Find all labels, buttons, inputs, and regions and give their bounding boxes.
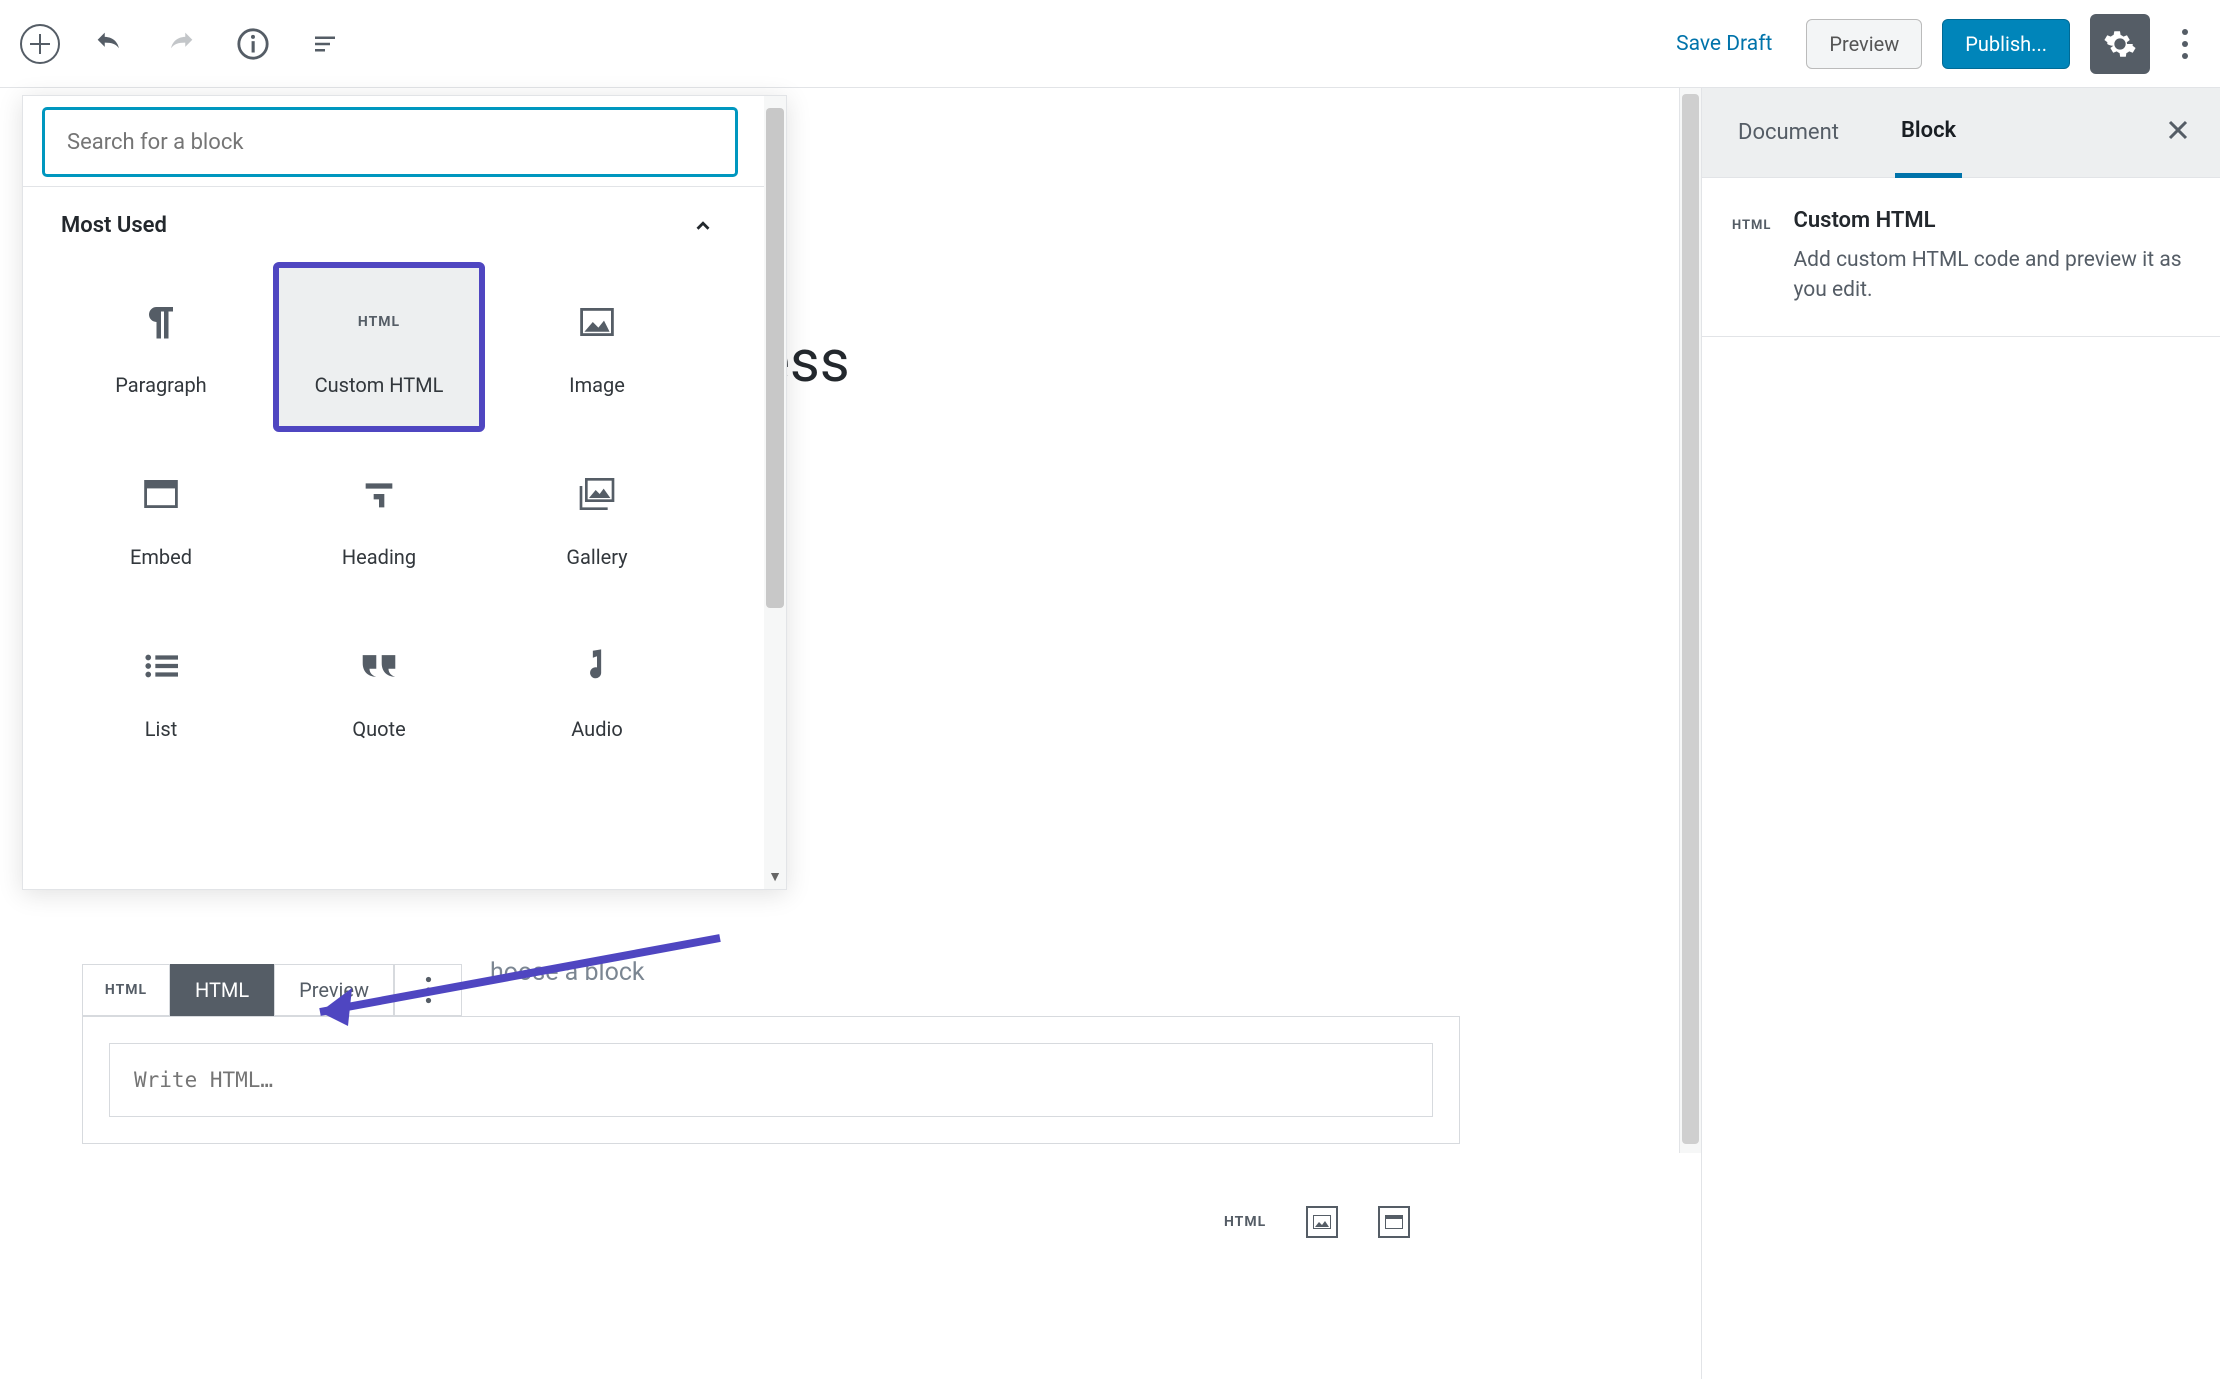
block-body <box>82 1016 1460 1144</box>
section-header-most-used[interactable]: Most Used <box>55 205 754 262</box>
block-item-image[interactable]: Image <box>491 262 703 432</box>
image-icon <box>580 297 614 347</box>
canvas-scrollbar[interactable] <box>1679 88 1701 1153</box>
scroll-down-icon[interactable]: ▼ <box>764 868 786 885</box>
quote-icon <box>360 641 398 691</box>
undo-button[interactable] <box>86 21 132 67</box>
kebab-icon <box>2181 27 2189 61</box>
close-icon <box>2166 118 2190 142</box>
settings-button[interactable] <box>2090 14 2150 74</box>
add-block-button[interactable] <box>20 24 60 64</box>
list-icon <box>144 641 178 691</box>
close-sidebar-button[interactable] <box>2166 118 2190 142</box>
list-icon <box>310 29 340 59</box>
block-appender-icons: HTML <box>1224 1206 1410 1238</box>
redo-icon <box>164 27 198 61</box>
settings-sidebar: Document Block HTML Custom HTML Add cust… <box>1701 88 2220 1379</box>
block-more-button[interactable] <box>394 964 462 1016</box>
gear-icon <box>2103 27 2137 61</box>
preview-button[interactable]: Preview <box>1806 19 1922 69</box>
audio-icon <box>584 641 610 691</box>
sidebar-block-info: HTML Custom HTML Add custom HTML code an… <box>1702 178 2220 337</box>
editor-toolbar: Save Draft Preview Publish... <box>0 0 2220 88</box>
more-menu-button[interactable] <box>2170 21 2200 67</box>
block-item-custom-html[interactable]: HTML Custom HTML <box>273 262 485 432</box>
block-info-title: Custom HTML <box>1793 208 2190 233</box>
html-icon[interactable]: HTML <box>1224 1214 1266 1230</box>
sidebar-tabs: Document Block <box>1702 88 2220 178</box>
scrollbar-thumb[interactable] <box>1682 94 1699 1144</box>
plus-icon <box>30 34 50 54</box>
publish-button[interactable]: Publish... <box>1942 19 2070 69</box>
html-icon: HTML <box>1732 214 1771 306</box>
block-grid: Paragraph HTML Custom HTML Image Embed H… <box>55 262 754 776</box>
block-info-description: Add custom HTML code and preview it as y… <box>1793 245 2190 306</box>
block-item-heading[interactable]: Heading <box>273 434 485 604</box>
block-item-embed[interactable]: Embed <box>55 434 267 604</box>
section-title: Most Used <box>61 213 167 238</box>
paragraph-icon <box>146 297 176 347</box>
block-item-paragraph[interactable]: Paragraph <box>55 262 267 432</box>
info-icon <box>236 27 270 61</box>
inserter-search-wrap <box>23 96 764 187</box>
block-toolbar: HTML HTML Preview <box>82 964 1460 1016</box>
block-item-list[interactable]: List <box>55 606 267 776</box>
kebab-icon <box>425 975 432 1005</box>
preview-tab[interactable]: Preview <box>274 964 394 1016</box>
image-icon[interactable] <box>1306 1206 1338 1238</box>
html-tab[interactable]: HTML <box>170 964 274 1016</box>
html-icon: HTML <box>358 297 400 347</box>
scrollbar-thumb[interactable] <box>766 108 784 608</box>
tab-document[interactable]: Document <box>1732 90 1845 175</box>
save-draft-button[interactable]: Save Draft <box>1662 22 1786 66</box>
block-item-quote[interactable]: Quote <box>273 606 485 776</box>
gallery-icon <box>579 469 615 519</box>
content-structure-button[interactable] <box>230 21 276 67</box>
custom-html-block: HTML HTML Preview <box>82 964 1460 1144</box>
search-input[interactable] <box>43 108 737 176</box>
redo-button[interactable] <box>158 21 204 67</box>
block-navigation-button[interactable] <box>302 21 348 67</box>
block-item-audio[interactable]: Audio <box>491 606 703 776</box>
block-type-button[interactable]: HTML <box>82 964 170 1016</box>
chevron-up-icon <box>692 215 714 237</box>
embed-icon[interactable] <box>1378 1206 1410 1238</box>
tab-block[interactable]: Block <box>1895 88 1962 178</box>
toolbar-left <box>20 21 348 67</box>
toolbar-right: Save Draft Preview Publish... <box>1662 14 2200 74</box>
block-inserter: Most Used Paragraph HTML Custom HTML Ima… <box>22 95 787 890</box>
html-icon: HTML <box>105 982 147 998</box>
inserter-scrollbar[interactable]: ▼ <box>764 96 786 889</box>
html-code-input[interactable] <box>109 1043 1433 1117</box>
heading-icon <box>363 469 395 519</box>
embed-icon <box>144 469 178 519</box>
undo-icon <box>92 27 126 61</box>
block-item-gallery[interactable]: Gallery <box>491 434 703 604</box>
